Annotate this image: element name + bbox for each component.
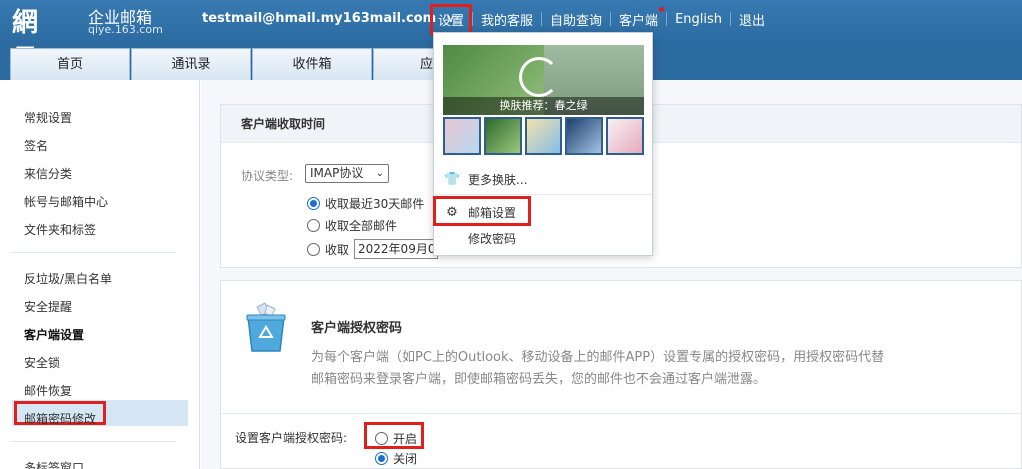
since-date-input[interactable]: 2022年09月0 bbox=[354, 239, 439, 259]
sidebar-item-antispam[interactable]: 反垃圾/黑白名单 bbox=[24, 270, 112, 287]
notification-dot-icon bbox=[659, 6, 665, 12]
radio-auth-off[interactable]: 关闭 bbox=[375, 450, 417, 467]
protocol-select[interactable]: IMAP协议 ⌄ bbox=[305, 164, 389, 183]
sidebar-item-folders[interactable]: 文件夹和标签 bbox=[24, 221, 96, 238]
theme-caption: 换肤推荐：春之绿 bbox=[443, 97, 644, 115]
theme-preview[interactable]: 换肤推荐：春之绿 bbox=[443, 45, 644, 115]
radio-label: 关闭 bbox=[393, 452, 418, 466]
sidebar-divider bbox=[10, 441, 176, 442]
radio-recent-30[interactable]: 收取最近30天邮件 bbox=[307, 195, 424, 212]
theme-thumbnail[interactable] bbox=[565, 117, 604, 155]
client-link-label: 客户端 bbox=[619, 13, 659, 29]
sidebar-item-signature[interactable]: 签名 bbox=[24, 137, 48, 154]
radio-auth-on[interactable]: 开启 bbox=[375, 430, 417, 447]
radio-button[interactable] bbox=[375, 432, 388, 445]
sidebar-item-multitab[interactable]: 多标签窗口 bbox=[24, 459, 84, 469]
client-link[interactable]: 客户端 bbox=[611, 6, 666, 29]
sidebar-item-mail-recovery[interactable]: 邮件恢复 bbox=[24, 382, 72, 399]
protocol-value: IMAP协议 bbox=[310, 166, 364, 180]
protocol-label: 协议类型: bbox=[241, 169, 294, 183]
more-skins-label: 更多换肤... bbox=[468, 173, 528, 187]
change-password-label: 修改密码 bbox=[468, 232, 517, 246]
tab-inbox[interactable]: 收件箱 bbox=[252, 48, 372, 80]
sidebar-divider bbox=[10, 252, 176, 253]
divider bbox=[435, 194, 652, 195]
radio-button[interactable] bbox=[307, 219, 320, 232]
settings-link[interactable]: 设置 bbox=[430, 3, 473, 35]
auth-password-title: 客户端授权密码 bbox=[311, 321, 403, 336]
sidebar-item-security-alert[interactable]: 安全提醒 bbox=[24, 298, 72, 315]
mail-settings-label: 邮箱设置 bbox=[468, 206, 517, 220]
theme-thumbnails bbox=[443, 117, 644, 155]
theme-thumbnail[interactable] bbox=[483, 117, 522, 155]
sidebar-item-mail-filter[interactable]: 来信分类 bbox=[24, 165, 72, 182]
settings-dropdown: 换肤推荐：春之绿 👕 更多换肤... ⚙ 邮箱设置 修改密码 bbox=[433, 32, 653, 256]
radio-label: 收取全部邮件 bbox=[325, 219, 398, 233]
client-auth-panel: 客户端授权密码 为每个客户端（如PC上的Outlook、移动设备上的邮件APP）… bbox=[220, 280, 1022, 469]
theme-thumbnail[interactable] bbox=[443, 117, 481, 155]
theme-thumbnail[interactable] bbox=[524, 117, 563, 155]
sidebar-item-general[interactable]: 常规设置 bbox=[24, 109, 72, 126]
sidebar-item-password[interactable]: 邮箱密码修改 bbox=[24, 410, 96, 427]
tab-home[interactable]: 首页 bbox=[10, 48, 130, 80]
theme-thumbnail[interactable] bbox=[606, 117, 644, 155]
radio-label: 开启 bbox=[393, 432, 418, 446]
radio-since-date[interactable]: 收取 2022年09月0 bbox=[307, 239, 439, 259]
radio-label: 收取最近30天邮件 bbox=[325, 197, 425, 211]
refresh-icon[interactable] bbox=[519, 57, 559, 97]
product-domain: qiye.163.com bbox=[88, 23, 163, 36]
my-service-link[interactable]: 我的客服 bbox=[473, 10, 541, 29]
radio-label: 收取 bbox=[325, 242, 350, 257]
mail-settings-item[interactable]: ⚙ 邮箱设置 bbox=[444, 204, 516, 221]
account-email: testmail@hmail.my163mail.com bbox=[202, 11, 437, 26]
more-skins-item[interactable]: 👕 更多换肤... bbox=[444, 171, 527, 188]
settings-sidebar: 常规设置 签名 来信分类 帐号与邮箱中心 文件夹和标签 反垃圾/黑白名单 安全提… bbox=[0, 80, 200, 469]
auth-password-label: 设置客户端授权密码: bbox=[235, 431, 348, 445]
sidebar-item-security-lock[interactable]: 安全锁 bbox=[24, 354, 60, 371]
english-link[interactable]: English bbox=[667, 12, 730, 27]
radio-button[interactable] bbox=[307, 197, 320, 210]
divider bbox=[221, 413, 1021, 414]
sidebar-item-client-settings[interactable]: 客户端设置 bbox=[24, 326, 84, 343]
tab-contacts[interactable]: 通讯录 bbox=[131, 48, 251, 80]
radio-button[interactable] bbox=[307, 242, 320, 256]
sidebar-item-accounts[interactable]: 帐号与邮箱中心 bbox=[24, 193, 108, 210]
account-menu[interactable]: testmail@hmail.my163mail.com ∨ bbox=[202, 11, 455, 26]
chevron-down-icon: ⌄ bbox=[375, 168, 384, 179]
top-links: 设置 我的客服 自助查询 客户端 English 退出 bbox=[430, 3, 773, 35]
radio-button[interactable] bbox=[375, 452, 388, 465]
radio-all-mail[interactable]: 收取全部邮件 bbox=[307, 217, 397, 234]
tshirt-icon: 👕 bbox=[444, 172, 461, 187]
auth-password-description: 为每个客户端（如PC上的Outlook、移动设备上的邮件APP）设置专属的授权密… bbox=[311, 350, 885, 387]
change-password-item[interactable]: 修改密码 bbox=[468, 230, 516, 247]
self-query-link[interactable]: 自助查询 bbox=[542, 10, 610, 29]
logout-link[interactable]: 退出 bbox=[731, 10, 773, 29]
recycle-bin-icon bbox=[246, 302, 286, 352]
main-tabs: 首页 通讯录 收件箱 应用 bbox=[10, 48, 494, 80]
gear-icon: ⚙ bbox=[446, 205, 458, 220]
